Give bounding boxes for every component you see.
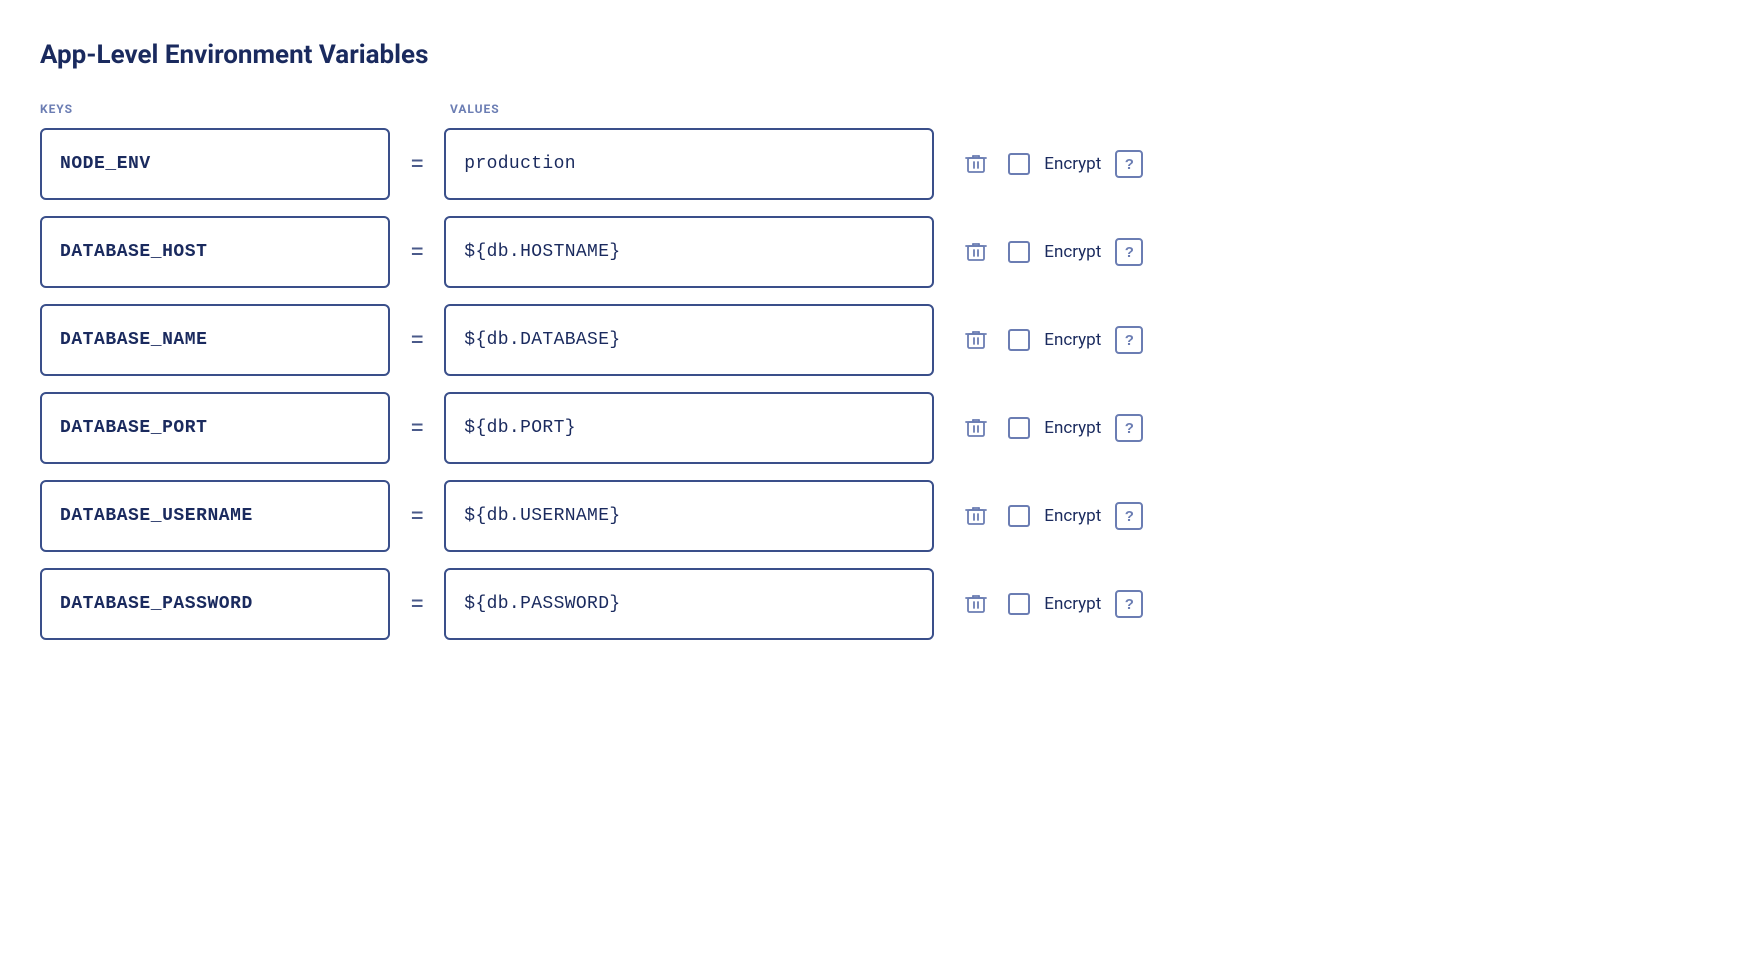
env-rows-container: = Encrypt ? [40,128,1712,640]
equals-sign-5: = [410,501,424,531]
env-row: = Encrypt ? [40,304,1712,376]
equals-sign-1: = [410,149,424,179]
encrypt-label-3[interactable]: Encrypt [1044,330,1101,350]
encrypt-checkbox-4[interactable] [1008,417,1030,439]
help-button-2[interactable]: ? [1115,238,1143,266]
env-row: = Encrypt ? [40,480,1712,552]
row-actions-2: Encrypt ? [958,234,1143,270]
value-input-2[interactable] [444,216,934,288]
equals-sign-4: = [410,413,424,443]
env-row: = Encrypt ? [40,392,1712,464]
value-input-6[interactable] [444,568,934,640]
help-button-6[interactable]: ? [1115,590,1143,618]
encrypt-label-6[interactable]: Encrypt [1044,594,1101,614]
delete-button-6[interactable] [958,586,994,622]
delete-button-2[interactable] [958,234,994,270]
trash-icon-3 [965,329,987,351]
row-actions-3: Encrypt ? [958,322,1143,358]
encrypt-label-5[interactable]: Encrypt [1044,506,1101,526]
delete-button-3[interactable] [958,322,994,358]
encrypt-checkbox-5[interactable] [1008,505,1030,527]
help-button-3[interactable]: ? [1115,326,1143,354]
value-input-4[interactable] [444,392,934,464]
equals-sign-2: = [410,237,424,267]
help-button-5[interactable]: ? [1115,502,1143,530]
encrypt-checkbox-3[interactable] [1008,329,1030,351]
key-input-3[interactable] [40,304,390,376]
key-input-5[interactable] [40,480,390,552]
value-input-3[interactable] [444,304,934,376]
key-input-6[interactable] [40,568,390,640]
trash-icon-4 [965,417,987,439]
keys-column-label: KEYS [40,102,390,116]
delete-button-5[interactable] [958,498,994,534]
encrypt-label-1[interactable]: Encrypt [1044,154,1101,174]
encrypt-label-4[interactable]: Encrypt [1044,418,1101,438]
row-actions-1: Encrypt ? [958,146,1143,182]
trash-icon-6 [965,593,987,615]
encrypt-checkbox-2[interactable] [1008,241,1030,263]
value-input-1[interactable] [444,128,934,200]
env-row: = Encrypt ? [40,568,1712,640]
encrypt-checkbox-6[interactable] [1008,593,1030,615]
value-input-5[interactable] [444,480,934,552]
values-column-label: VALUES [450,102,940,116]
page-title: App-Level Environment Variables [40,40,1712,70]
row-actions-6: Encrypt ? [958,586,1143,622]
equals-sign-3: = [410,325,424,355]
env-row: = Encrypt ? [40,216,1712,288]
row-actions-5: Encrypt ? [958,498,1143,534]
column-headers: KEYS VALUES [40,102,1712,116]
trash-icon-2 [965,241,987,263]
help-button-1[interactable]: ? [1115,150,1143,178]
trash-icon-5 [965,505,987,527]
encrypt-label-2[interactable]: Encrypt [1044,242,1101,262]
env-row: = Encrypt ? [40,128,1712,200]
equals-sign-6: = [410,589,424,619]
row-actions-4: Encrypt ? [958,410,1143,446]
delete-button-1[interactable] [958,146,994,182]
key-input-2[interactable] [40,216,390,288]
key-input-4[interactable] [40,392,390,464]
help-button-4[interactable]: ? [1115,414,1143,442]
trash-icon-1 [965,153,987,175]
encrypt-checkbox-1[interactable] [1008,153,1030,175]
delete-button-4[interactable] [958,410,994,446]
key-input-1[interactable] [40,128,390,200]
